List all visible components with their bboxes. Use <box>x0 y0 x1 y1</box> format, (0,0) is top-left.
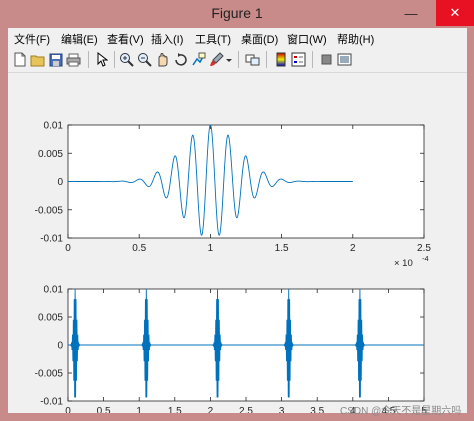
toolbar-separator <box>266 51 267 68</box>
x-tick-label: 1 <box>208 243 214 254</box>
y-tick-label: 0.01 <box>44 285 64 296</box>
toolbar-separator <box>312 51 313 68</box>
close-button[interactable]: ✕ <box>436 0 474 26</box>
x-tick-label: 0 <box>65 406 71 413</box>
menu-file[interactable]: 文件(F) <box>14 31 50 47</box>
x-tick-label: 2.5 <box>239 406 253 413</box>
x-tick-label: 1.5 <box>275 243 289 254</box>
y-tick-label: 0.005 <box>38 149 63 160</box>
x-tick-label: 0.5 <box>132 243 146 254</box>
toolbar-separator <box>88 51 89 68</box>
minimize-button[interactable]: — <box>396 0 426 26</box>
new-figure-icon[interactable] <box>11 51 28 68</box>
menu-insert[interactable]: 插入(I) <box>151 31 183 47</box>
brush-dropdown-icon[interactable] <box>225 51 233 68</box>
menu-help[interactable]: 帮助(H) <box>337 31 374 47</box>
x-tick-label: 3.5 <box>310 406 324 413</box>
x-tick-label: 2 <box>350 243 356 254</box>
link-plot-icon[interactable] <box>244 51 261 68</box>
y-tick-label: 0.01 <box>44 121 64 132</box>
watermark: CSDN @今天不是星期六吗 <box>340 406 462 417</box>
y-tick-label: 0.005 <box>38 313 63 324</box>
x-tick-label: 3 <box>279 406 285 413</box>
menu-tools[interactable]: 工具(T) <box>195 31 231 47</box>
x-tick-label: 1.5 <box>168 406 182 413</box>
rotate-3d-icon[interactable] <box>172 51 189 68</box>
figure-canvas[interactable]: 0.010.0050-0.005-0.010 0.5 1 1.5 2 2.5× 10 -40… <box>8 73 467 421</box>
y-tick-label: -0.01 <box>40 234 63 245</box>
x-tick-label: 2.5 <box>417 243 431 254</box>
legend-icon[interactable] <box>290 51 307 68</box>
menu-view[interactable]: 查看(V) <box>107 31 144 47</box>
zoom-in-icon[interactable] <box>118 51 135 68</box>
zoom-out-icon[interactable] <box>136 51 153 68</box>
colorbar-icon[interactable] <box>272 51 289 68</box>
toolbar-separator <box>238 51 239 68</box>
y-tick-label: 0 <box>57 341 63 352</box>
figure-window: Figure 1 — ☐ ✕ 文件(F) 编辑(E) 查看(V) 插入(I) 工… <box>0 0 474 421</box>
x-tick-label: 0 <box>65 243 71 254</box>
hide-plot-tools-icon[interactable] <box>318 51 335 68</box>
y-tick-label: 0 <box>57 177 63 188</box>
menu-bar: 文件(F) 编辑(E) 查看(V) 插入(I) 工具(T) 桌面(D) 窗口(W… <box>8 28 467 47</box>
print-icon[interactable] <box>65 51 82 68</box>
plot-area: 0.01 0.005 0 -0.005 -0.01 0 0.5 1 1.5 2 2.5 × 10 -4 0… <box>8 73 467 421</box>
y-tick-label: -0.01 <box>40 397 63 408</box>
figure-client-area: 文件(F) 编辑(E) 查看(V) 插入(I) 工具(T) 桌面(D) 窗口(W… <box>8 28 467 421</box>
menu-edit[interactable]: 编辑(E) <box>61 31 98 47</box>
menu-desktop[interactable]: 桌面(D) <box>241 31 278 47</box>
menu-window[interactable]: 窗口(W) <box>287 31 327 47</box>
show-plot-tools-icon[interactable] <box>336 51 353 68</box>
x-tick-label: 1 <box>136 406 142 413</box>
y-tick-label: -0.005 <box>35 205 64 216</box>
open-file-icon[interactable] <box>29 51 46 68</box>
data-cursor-icon[interactable] <box>190 51 207 68</box>
x-tick-label: 0.5 <box>97 406 111 413</box>
pan-icon[interactable] <box>154 51 171 68</box>
title-bar[interactable]: Figure 1 — ☐ ✕ <box>0 0 474 28</box>
x-exponent-power: -4 <box>422 254 429 263</box>
select-arrow-icon[interactable] <box>93 51 110 68</box>
save-icon[interactable] <box>47 51 64 68</box>
x-tick-label: 2 <box>208 406 214 413</box>
brush-icon[interactable] <box>208 51 225 68</box>
x-exponent-label: × 10 <box>394 258 413 269</box>
toolbar-separator <box>114 51 115 68</box>
toolbar <box>8 48 467 73</box>
y-tick-label: -0.005 <box>35 369 64 380</box>
